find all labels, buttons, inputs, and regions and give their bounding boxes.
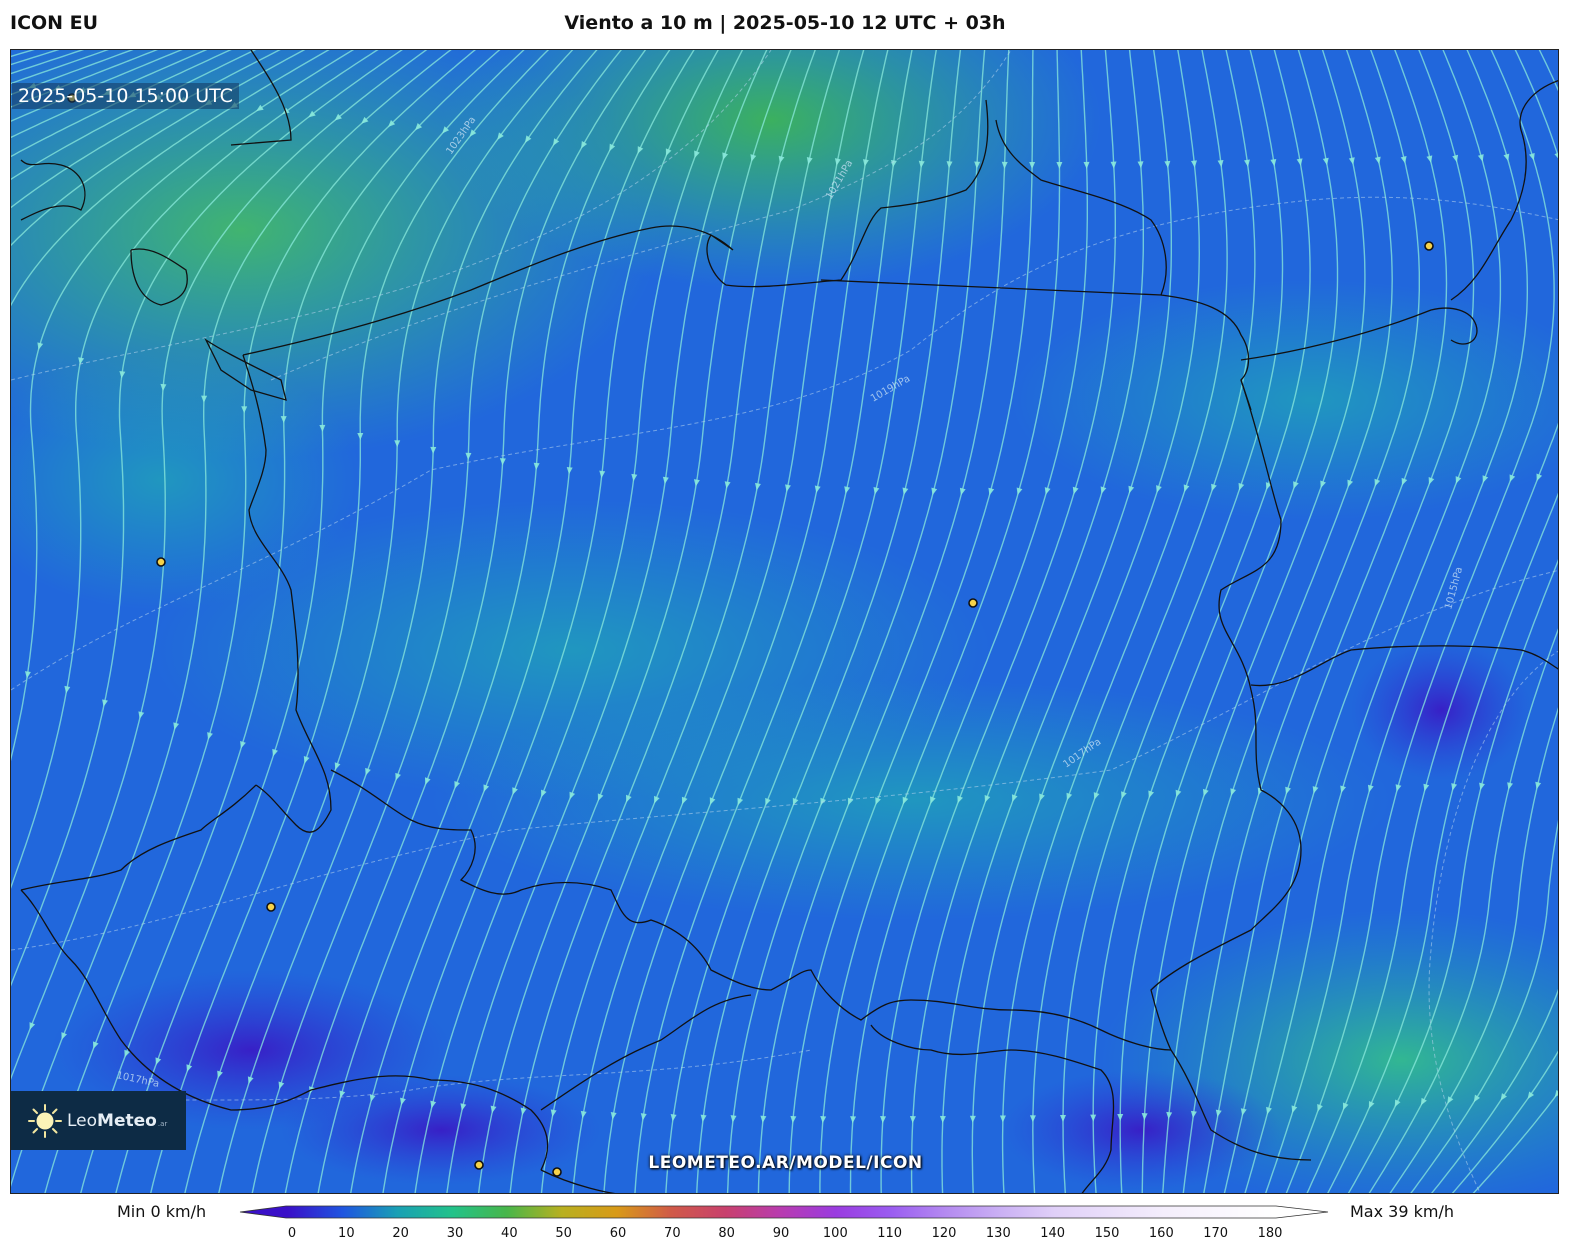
colorbar-tick-label: 180 (1257, 1226, 1283, 1241)
wind-map: 1023hPa 1021hPa 1019hPa 1017hPa 1015hPa … (10, 49, 1559, 1194)
colorbar-tick-label: 160 (1148, 1226, 1174, 1241)
colorbar-tick-label: 70 (664, 1226, 681, 1241)
calm-area-east (1351, 640, 1531, 780)
logo-name-light: Leo (67, 1110, 98, 1131)
colorbar-tick-label: 20 (392, 1226, 409, 1241)
wind-field: 1023hPa 1021hPa 1019hPa 1017hPa 1015hPa … (11, 50, 1558, 1193)
colorbar-tick-label: 100 (822, 1226, 848, 1241)
colorbar (239, 1205, 1329, 1219)
city-marker[interactable] (1424, 241, 1434, 251)
colorbar-tick-label: 80 (718, 1226, 735, 1241)
logo-text: LeoMeteo.ar (67, 1111, 167, 1131)
colorbar-tick-label: 10 (338, 1226, 355, 1241)
logo-tld: .ar (157, 1119, 168, 1128)
city-marker[interactable] (266, 902, 276, 912)
colorbar-tick-label: 30 (446, 1226, 464, 1241)
colorbar-tick-label: 120 (931, 1226, 957, 1241)
chart-title: Viento a 10 m | 2025-05-10 12 UTC + 03h (564, 12, 1006, 34)
colorbar-tick-label: 130 (985, 1226, 1011, 1241)
sun-icon (28, 1103, 62, 1138)
logo-name-bold: Meteo (97, 1110, 157, 1131)
colorbar-tick-label: 60 (609, 1226, 627, 1241)
watermark-url: LEOMETEO.AR/MODEL/ICON (648, 1153, 923, 1173)
colorbar-tick-label: 0 (287, 1226, 297, 1241)
colorbar-max-label: Max 39 km/h (1350, 1202, 1454, 1221)
colorbar-tick-label: 170 (1203, 1226, 1229, 1241)
city-marker[interactable] (156, 557, 166, 567)
colorbar-tick-label: 90 (772, 1226, 790, 1241)
colorbar-tick-label: 150 (1094, 1226, 1120, 1241)
leometeo-logo: LeoMeteo.ar (11, 1091, 186, 1150)
colorbar-gradient (239, 1205, 1329, 1219)
city-marker[interactable] (968, 598, 978, 608)
colorbar-tick-label: 40 (501, 1226, 518, 1241)
valid-time-badge: 2025-05-10 15:00 UTC (12, 83, 239, 109)
colorbar-tick-label: 110 (877, 1226, 903, 1241)
colorbar-tick-label: 140 (1040, 1226, 1066, 1241)
colorbar-min-label: Min 0 km/h (117, 1202, 207, 1221)
colorbar-tick-label: 50 (555, 1226, 572, 1241)
